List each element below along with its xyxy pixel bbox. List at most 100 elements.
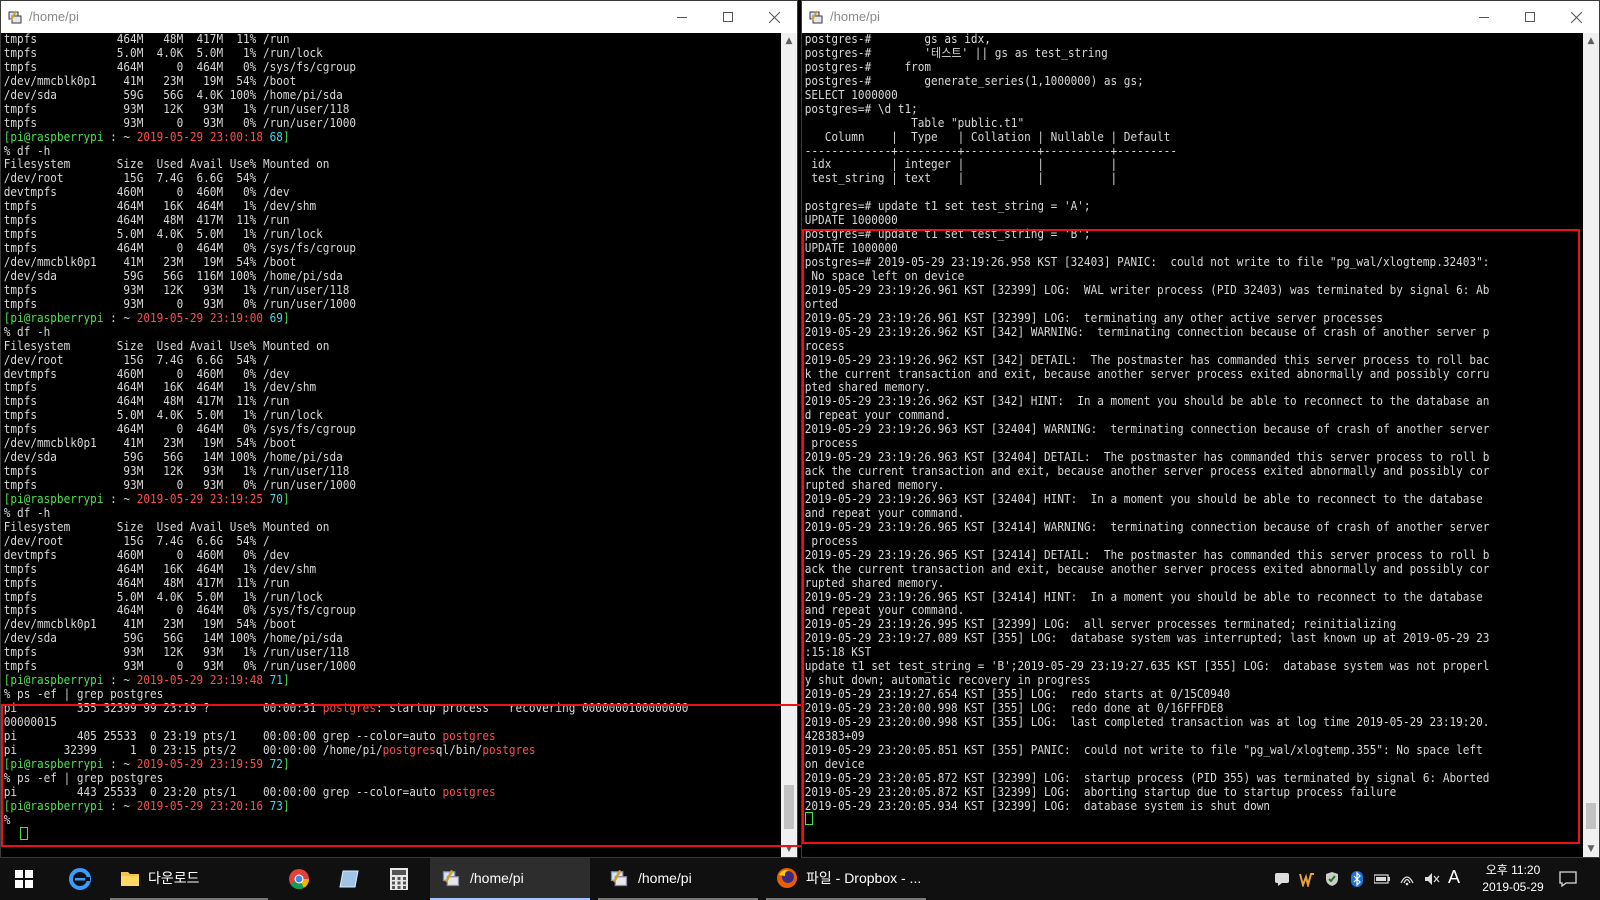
terminal-line: 2019-05-29 23:19:26.962 KST [342] DETAIL… [805, 353, 1521, 368]
terminal-line-segment: process [804, 533, 858, 548]
maximize-button[interactable] [705, 1, 751, 33]
taskbar-terminal-1[interactable]: /home/pi [430, 858, 590, 900]
terminal-line: /dev/sda 59G 56G 14M 100% /home/pi/sda [3, 450, 719, 465]
scroll-up-icon[interactable]: ▲ [781, 33, 797, 49]
calculator-icon [390, 868, 408, 890]
terminal-line: postgres-# from [805, 60, 1521, 75]
terminal-line-segment: tmpfs 93M 12K 93M 1% /run/user/118 [3, 645, 350, 660]
terminal-line-segment: tmpfs 464M 0 464M 0% /sys/fs/cgroup [3, 422, 357, 437]
windows-logo-icon [15, 870, 33, 888]
close-button[interactable] [751, 1, 797, 33]
terminal-line-segment: postgres-# gs as idx, [804, 33, 991, 46]
terminal-line-segment: 2019-05-29 23:00:18 [136, 129, 263, 144]
scroll-down-icon[interactable]: ▼ [781, 841, 797, 857]
terminal-line-segment: ] [282, 756, 290, 771]
chrome-icon [289, 869, 310, 890]
terminal-line: devtmpfs 460M 0 460M 0% /dev [4, 185, 719, 200]
calculator-button[interactable] [375, 858, 423, 900]
terminal-line-segment: /dev/sda 59G 56G 14M 100% /home/pi/sda [3, 450, 343, 465]
terminal-line-segment: : startup process recovering 00000001000… [375, 701, 689, 715]
terminal-output[interactable]: postgres-# gs as idx, postgres-# '테스트' ||… [802, 33, 1583, 857]
terminal-line-segment: ] [282, 673, 290, 688]
terminal-line: postgres-# generate_series(1,1000000) as… [805, 74, 1521, 89]
terminal-line: 2019-05-29 23:19:26.963 KST [32404] HINT… [805, 492, 1521, 507]
terminal-line-segment: 2019-05-29 23:19:26.965 KST [32414] HINT… [804, 589, 1483, 604]
chrome-button[interactable] [275, 858, 323, 900]
terminal-line: No space left on device [805, 269, 1521, 284]
terminal-line-segment: ql/bin/ [435, 742, 483, 757]
winamp-icon[interactable] [1299, 871, 1315, 887]
minimize-button[interactable] [659, 1, 705, 33]
scroll-up-icon[interactable]: ▲ [1583, 33, 1599, 49]
chat-icon[interactable] [1274, 871, 1290, 887]
terminal-line: :15:18 KST [804, 645, 1521, 660]
terminal-line-segment: tmpfs 93M 12K 93M 1% /run/user/118 [3, 101, 350, 116]
minimize-button[interactable] [1461, 1, 1507, 33]
terminal-line-segment: 428383+09 [804, 728, 865, 743]
terminal-icon [442, 869, 460, 887]
terminal-line-segment: on device [804, 756, 865, 771]
input-method-indicator[interactable]: A [1448, 867, 1460, 888]
battery-icon[interactable] [1374, 871, 1390, 887]
system-clock[interactable]: 오후 11:20 2019-05-29 [1478, 862, 1548, 896]
terminal-line-segment: tmpfs 464M 48M 417M 11% /run [3, 394, 290, 409]
terminal-line-segment: 2019-05-29 23:19:25 [136, 491, 263, 506]
terminal-line: 2019-05-29 23:19:26.962 KST [342] WARNIN… [805, 325, 1521, 340]
taskbar-terminal-2[interactable]: /home/pi [598, 858, 758, 900]
terminal-line: tmpfs 464M 16K 464M 1% /dev/shm [4, 199, 719, 214]
terminal-line: [pi@raspberrypi : ~ 2019-05-29 23:19:25 … [4, 491, 719, 507]
bluetooth-icon[interactable] [1349, 871, 1365, 887]
security-shield-icon[interactable] [1324, 871, 1340, 887]
volume-muted-icon[interactable] [1424, 871, 1440, 887]
terminal-line: /dev/mmcblk0p1 41M 23M 19M 54% /boot [4, 436, 719, 451]
terminal-line-segment: 2019-05-29 23:20:05.872 KST [32399] LOG:… [804, 784, 1397, 799]
terminal-line-segment: postgres [322, 701, 376, 715]
terminal-line-segment: 70 [269, 491, 283, 506]
terminal-line-segment: 72 [269, 756, 283, 771]
terminal-window-right[interactable]: /home/pi postgres-# gs as idx, postgres-#… [801, 0, 1600, 858]
terminal-line: tmpfs 93M 0 93M 0% /run/user/1000 [4, 297, 719, 312]
action-center-button[interactable] [1548, 858, 1588, 900]
window-title: /home/pi [29, 9, 79, 24]
terminal-line-segment: tmpfs 93M 0 93M 0% /run/user/1000 [3, 115, 357, 130]
scroll-down-icon[interactable]: ▼ [1583, 841, 1599, 857]
terminal-line-segment: : ~ [103, 310, 137, 325]
title-bar[interactable]: /home/pi [802, 1, 1599, 33]
scroll-thumb[interactable] [784, 785, 794, 829]
terminal-output[interactable]: tmpfs 464M 48M 417M 11% /run tmpfs 5.0M 4… [1, 33, 781, 857]
terminal-line-segment: :15:18 KST [804, 645, 872, 660]
start-button[interactable] [0, 858, 48, 900]
terminal-line-segment: pi 405 25533 0 23:19 pts/1 00:00:00 grep… [3, 728, 443, 743]
title-bar[interactable]: /home/pi [1, 1, 797, 33]
terminal-line-segment: /dev/sda 59G 56G 14M 100% /home/pi/sda [3, 631, 343, 646]
taskbar-firefox[interactable]: 파일 - Dropbox - ... [766, 858, 926, 900]
clock-date: 2019-05-29 [1482, 880, 1544, 894]
terminal-line: tmpfs 93M 0 93M 0% /run/user/1000 [4, 478, 719, 493]
terminal-line: d repeat your command. [805, 408, 1521, 423]
putty-icon [8, 10, 22, 24]
terminal-line: ack the current transaction and exit, be… [805, 562, 1521, 577]
edge-browser-button[interactable] [56, 858, 104, 900]
terminal-line: rupted shared memory. [804, 478, 1521, 493]
terminal-line-segment: rupted shared memory. [804, 478, 945, 492]
vertical-scrollbar[interactable]: ▲ ▼ [781, 33, 797, 857]
vertical-scrollbar[interactable]: ▲ ▼ [1583, 33, 1599, 857]
maximize-button[interactable] [1507, 1, 1553, 33]
terminal-line: tmpfs 464M 48M 417M 11% /run [4, 33, 719, 47]
terminal-line: idx | integer | | | [805, 157, 1521, 172]
terminal-line-segment: tmpfs 464M 0 464M 0% /sys/fs/cgroup [3, 241, 357, 256]
terminal-line-segment: postgres=# 2019-05-29 23:19:26.958 KST [… [804, 255, 1490, 269]
terminal-window-left[interactable]: /home/pi tmpfs 464M 48M 417M 11% /run tmp… [0, 0, 798, 858]
notes-app-button[interactable] [325, 858, 373, 900]
wifi-icon[interactable] [1399, 871, 1415, 887]
scroll-thumb[interactable] [1586, 803, 1596, 829]
terminal-line-segment: postgres [382, 742, 436, 757]
terminal-line: % df -h [4, 506, 719, 521]
close-button[interactable] [1553, 1, 1599, 33]
taskbar-file-explorer[interactable]: 다운로드 [110, 858, 268, 900]
terminal-line-segment: postgres-# '테스트' || gs as test_string [804, 45, 1108, 60]
terminal-line-segment: 68 [269, 129, 283, 144]
terminal-line: /dev/sda 59G 56G 4.0K 100% /home/pi/sda [4, 88, 719, 103]
terminal-line-segment: ] [282, 798, 290, 813]
terminal-line-segment: /dev/sda 59G 56G 116M 100% /home/pi/sda [3, 268, 343, 283]
